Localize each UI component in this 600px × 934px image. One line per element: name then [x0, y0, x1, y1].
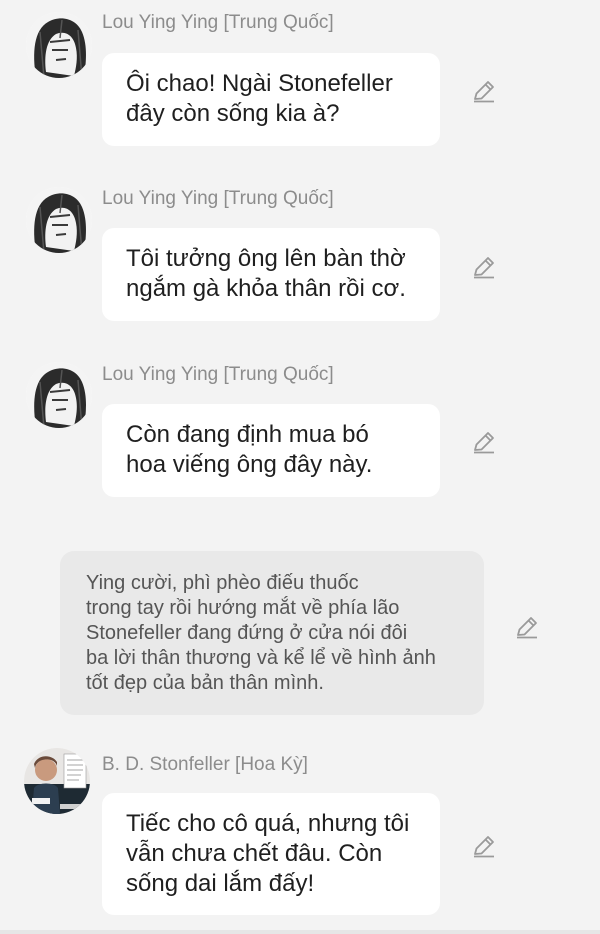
message-bubble: Tiếc cho cô quá, nhưng tôi vẫn chưa chết…	[102, 793, 440, 915]
message-text: vẫn chưa chết đâu. Còn	[126, 840, 383, 867]
narration-text: Stonefeller đang đứng ở cửa nói đôi	[86, 622, 408, 644]
ying-avatar-icon	[26, 362, 92, 428]
ying-avatar-icon	[26, 12, 92, 78]
message-text: Tôi tưởng ông lên bàn thờ	[126, 245, 406, 272]
avatar[interactable]	[26, 12, 92, 78]
sender-name: B. D. Stonfeller [Hoa Kỳ]	[102, 754, 308, 775]
message-bubble: Ôi chao! Ngài Stonefeller đây còn sống k…	[102, 53, 440, 146]
edit-button[interactable]	[471, 429, 497, 455]
pencil-edit-icon	[474, 81, 494, 103]
sender-name: Lou Ying Ying [Trung Quốc]	[102, 12, 334, 33]
avatar[interactable]	[26, 362, 92, 428]
sender-name: Lou Ying Ying [Trung Quốc]	[102, 364, 334, 385]
message-text: đây còn sống kia à?	[126, 100, 340, 127]
message-text: ngắm gà khỏa thân rồi cơ.	[126, 275, 406, 302]
edit-button[interactable]	[471, 833, 497, 859]
sender-name: Lou Ying Ying [Trung Quốc]	[102, 188, 334, 209]
message-bubble: Tôi tưởng ông lên bàn thờ ngắm gà khỏa t…	[102, 228, 440, 321]
message-text: sống dai lắm đấy!	[126, 870, 315, 897]
pencil-edit-icon	[474, 836, 494, 858]
ying-avatar-icon	[26, 187, 92, 253]
message-text: Còn đang định mua bó	[126, 421, 369, 448]
narration-text: tốt đẹp của bản thân mình.	[86, 672, 324, 694]
edit-button[interactable]	[514, 614, 540, 640]
message-bubble: Còn đang định mua bó hoa viếng ông đây n…	[102, 404, 440, 497]
narration-text: ba lời thân thương và kể lể về hình ảnh	[86, 647, 436, 669]
pencil-edit-icon	[474, 432, 494, 454]
divider	[0, 930, 600, 934]
narration-text: trong tay rồi hướng mắt về phía lão	[86, 597, 400, 619]
avatar[interactable]	[24, 748, 90, 814]
message-text: hoa viếng ông đây này.	[126, 451, 373, 478]
pencil-edit-icon	[517, 617, 537, 639]
pencil-edit-icon	[474, 257, 494, 279]
narration-text: Ying cười, phì phèo điếu thuốc	[86, 572, 359, 594]
stonfeller-avatar-icon	[24, 748, 90, 814]
edit-button[interactable]	[471, 254, 497, 280]
message-text: Tiếc cho cô quá, nhưng tôi	[126, 810, 410, 837]
message-text: Ôi chao! Ngài Stonefeller	[126, 70, 393, 97]
edit-button[interactable]	[471, 78, 497, 104]
avatar[interactable]	[26, 187, 92, 253]
narration-bubble: Ying cười, phì phèo điếu thuốc trong tay…	[60, 551, 484, 715]
